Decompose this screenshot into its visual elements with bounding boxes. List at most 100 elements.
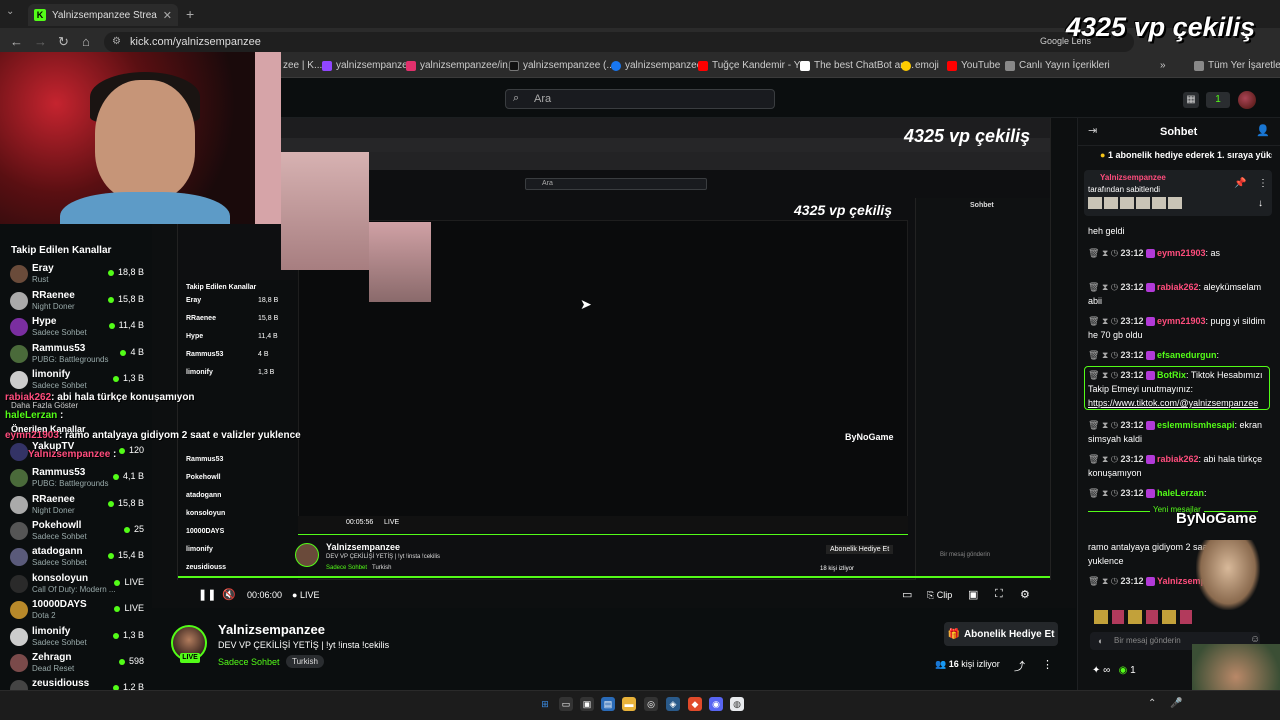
delete-icon[interactable]: 🗑 xyxy=(1088,350,1099,360)
chat-message[interactable]: 🗑 ⧗ ◷ 23:12 eslemmismhesapi: ekran simsy… xyxy=(1088,418,1268,446)
sidebar-channel[interactable]: Rammus53 PUBG: Battlegrounds 4 B xyxy=(0,342,152,368)
chat-settings-icon[interactable]: ◐ xyxy=(1098,636,1103,646)
steam-icon[interactable]: ◈ xyxy=(666,697,680,711)
sidebar-channel[interactable]: limonify Sadece Sohbet 1,3 B xyxy=(0,368,152,394)
sidebar-channel[interactable]: atadogann Sadece Sohbet 15,4 B xyxy=(0,545,152,571)
desktop-icon[interactable]: ▤ xyxy=(601,697,615,711)
sidebar-channel[interactable]: RRaenee Night Doner 15,8 B xyxy=(0,493,152,519)
user-avatar[interactable] xyxy=(1238,91,1256,109)
chat-message[interactable]: 🗑 ⧗ ◷ 23:12 rabiak262: aleykümselam abii xyxy=(1088,280,1268,308)
delete-icon[interactable]: 🗑 xyxy=(1088,248,1099,258)
search-input[interactable]: Ara xyxy=(505,89,775,109)
message-user[interactable]: rabiak262 xyxy=(1157,454,1199,464)
chat-message[interactable]: 🗑 ⧗ ◷ 23:12 haleLerzan: xyxy=(1088,486,1268,500)
start-menu-icon[interactable]: ⊞ xyxy=(538,697,552,711)
sidebar-channel[interactable]: limonify Sadece Sohbet 1,3 B xyxy=(0,625,152,651)
grid-icon[interactable]: ▦ xyxy=(1183,92,1199,108)
bookmark-twitch[interactable]: yalnizsempanzee xyxy=(322,60,413,71)
site-info-icon[interactable]: ⚙ xyxy=(112,36,121,47)
delete-icon[interactable]: 🗑 xyxy=(1088,282,1099,292)
pause-icon[interactable]: ❚❚ xyxy=(198,588,216,601)
theater-mode-icon[interactable]: ▭ xyxy=(902,588,912,601)
file-explorer-icon[interactable]: ▬ xyxy=(622,697,636,711)
search-taskbar-icon[interactable]: ▭ xyxy=(559,697,573,711)
delete-icon[interactable]: 🗑 xyxy=(1088,576,1099,586)
chat-message[interactable]: 🗑 ⧗ ◷ 23:12 rabiak262: abi hala türkçe k… xyxy=(1088,452,1268,480)
all-bookmarks[interactable]: Tüm Yer İşaretleri xyxy=(1194,60,1280,71)
home-icon[interactable]: ⌂ xyxy=(82,34,90,49)
timeout-icon[interactable]: ⧗ xyxy=(1102,576,1108,586)
app-icon[interactable]: ◎ xyxy=(644,697,658,711)
url-field[interactable]: kick.com/yalnizsempanzee xyxy=(104,32,1134,52)
timeout-icon[interactable]: ⧗ xyxy=(1102,248,1108,258)
delete-icon[interactable]: 🗑 xyxy=(1088,454,1099,464)
points-badge[interactable]: 1 xyxy=(1206,92,1230,108)
message-user[interactable]: eymn21903 xyxy=(1157,316,1206,326)
browser-tab[interactable]: K Yalnizsempanzee Stream - Wat ✕ xyxy=(28,4,178,26)
pinned-banner[interactable]: ● 1 abonelik hediye ederek 1. sıraya yük… xyxy=(1100,150,1272,160)
volume-muted-icon[interactable]: 🔇 xyxy=(222,588,236,601)
tab-list-icon[interactable]: ⌄ xyxy=(6,6,14,17)
sidebar-channel[interactable]: Hype Sadece Sohbet 11,4 B xyxy=(0,315,152,341)
gift-subscription-button[interactable]: 🎁 Abonelik Hediye Et xyxy=(944,622,1058,646)
delete-icon[interactable]: 🗑 xyxy=(1088,420,1099,430)
bookmark-youtube-tugce[interactable]: Tuğçe Kandemir - Y... xyxy=(698,60,807,71)
collapse-chat-icon[interactable]: ⇥ xyxy=(1088,124,1097,137)
points-icon[interactable]: ✦ xyxy=(1092,665,1100,676)
share-icon[interactable]: ⤴ xyxy=(1014,658,1025,674)
message-user[interactable]: eymn21903 xyxy=(1157,248,1206,258)
more-bookmarks-icon[interactable]: » xyxy=(1160,60,1166,71)
bookmark-facebook[interactable]: yalnizsempanzee xyxy=(611,60,702,71)
sidebar-channel[interactable]: konsoloyun Call Of Duty: Modern ... LIVE xyxy=(0,572,152,598)
bookmark-youtube[interactable]: YouTube xyxy=(947,60,1000,71)
chat-message[interactable]: 🗑 ⧗ ◷ 23:12 eymn21903: as xyxy=(1088,246,1268,260)
new-tab-icon[interactable]: + xyxy=(186,6,194,22)
bookmark-kick[interactable]: zee | K... xyxy=(283,60,322,71)
delete-icon[interactable]: 🗑 xyxy=(1088,316,1099,326)
message-user[interactable]: eslemmismhesapi xyxy=(1157,420,1235,430)
stream-category[interactable]: Sadece Sohbet xyxy=(218,657,280,667)
microphone-icon[interactable]: 🎤 xyxy=(1170,698,1182,709)
bookmark-instagram[interactable]: yalnizsempanzee/in... xyxy=(406,60,516,71)
streamer-name[interactable]: Yalnizsempanzee xyxy=(218,622,325,637)
delete-icon[interactable]: 🗑 xyxy=(1088,488,1099,498)
more-options-icon[interactable]: ⋮ xyxy=(1042,658,1053,671)
chat-users-icon[interactable]: 👤 xyxy=(1256,124,1270,137)
more-icon[interactable]: ⋮ xyxy=(1258,178,1268,189)
forward-icon[interactable]: → xyxy=(34,34,47,49)
pin-icon[interactable]: 📌 xyxy=(1234,178,1246,189)
language-tag[interactable]: Turkish xyxy=(286,655,324,668)
chat-message[interactable]: 🗑 ⧗ ◷ 23:12 efsanedurgun: xyxy=(1088,348,1268,362)
brave-icon[interactable]: ◆ xyxy=(688,697,702,711)
settings-gear-icon[interactable]: ⚙ xyxy=(1020,588,1030,601)
bookmark-tiktok[interactable]: yalnizsempanzee (... xyxy=(509,60,615,71)
close-tab-icon[interactable]: ✕ xyxy=(163,9,172,22)
timeout-icon[interactable]: ⧗ xyxy=(1102,350,1108,360)
timeout-icon[interactable]: ⧗ xyxy=(1102,282,1108,292)
bookmark-live-content[interactable]: Canlı Yayın İçerikleri xyxy=(1005,60,1110,71)
sidebar-channel[interactable]: Pokehowll Sadece Sohbet 25 xyxy=(0,519,152,545)
task-view-icon[interactable]: ▣ xyxy=(580,697,594,711)
fullscreen-icon[interactable]: ⛶ xyxy=(995,588,1003,601)
sidebar-channel[interactable]: 10000DAYS Dota 2 LIVE xyxy=(0,598,152,624)
timeout-icon[interactable]: ⧗ xyxy=(1102,454,1108,464)
message-user[interactable]: rabiak262 xyxy=(1157,282,1199,292)
sidebar-channel[interactable]: Rammus53 PUBG: Battlegrounds 4,1 B xyxy=(0,466,152,492)
back-icon[interactable]: ← xyxy=(10,34,23,49)
reload-icon[interactable]: ↻ xyxy=(58,34,69,50)
mini-player-icon[interactable]: ▣ xyxy=(968,588,978,601)
chrome-icon[interactable]: ◍ xyxy=(730,697,744,711)
timeout-icon[interactable]: ⧗ xyxy=(1102,316,1108,326)
sidebar-channel[interactable]: Zehragn Dead Reset 598 xyxy=(0,651,152,677)
timeout-icon[interactable]: ⧗ xyxy=(1102,420,1108,430)
discord-icon[interactable]: ◉ xyxy=(709,697,723,711)
chat-message[interactable]: 🗑 ⧗ ◷ 23:12 eymn21903: pupg yi sildim he… xyxy=(1088,314,1268,342)
bookmark-chatbot[interactable]: The best ChatBot an... xyxy=(800,60,914,71)
bookmark-emoji[interactable]: emoji xyxy=(901,60,939,71)
clip-button[interactable]: ⎘ Clip xyxy=(927,590,952,601)
chat-message[interactable]: heh geldi xyxy=(1088,224,1268,238)
message-user[interactable]: haleLerzan xyxy=(1157,488,1204,498)
sidebar-channel[interactable]: RRaenee Night Doner 15,8 B xyxy=(0,289,152,315)
expand-icon[interactable]: ↓ xyxy=(1258,198,1263,209)
playback-progress[interactable] xyxy=(178,576,1050,578)
